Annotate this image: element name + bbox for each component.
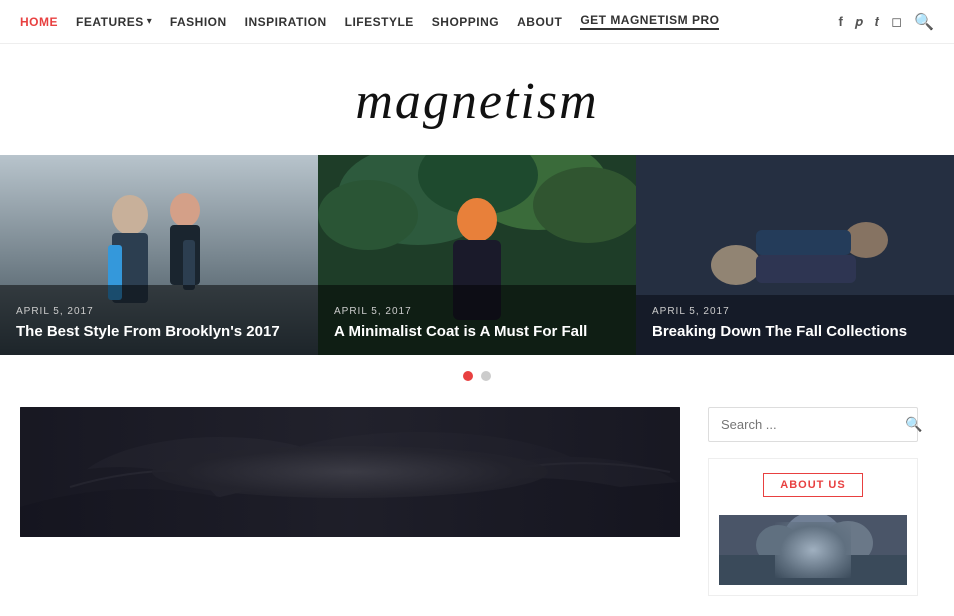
slide-1-title: The Best Style From Brooklyn's 2017 <box>16 322 302 342</box>
slide-2-title: A Minimalist Coat is A Must For Fall <box>334 322 620 342</box>
article-image-illustration <box>20 407 680 537</box>
article-preview <box>20 407 680 596</box>
nav-links: HOME FEATURES ▾ FASHION INSPIRATION LIFE… <box>20 13 719 30</box>
slide-1[interactable]: APRIL 5, 2017 The Best Style From Brookl… <box>0 155 318 355</box>
slide-3-date: APRIL 5, 2017 <box>652 306 938 317</box>
article-thumbnail[interactable] <box>20 407 680 537</box>
pinterest-icon[interactable]: 𝒑 <box>855 14 863 30</box>
site-logo[interactable]: magnetism <box>0 72 954 131</box>
nav-shopping[interactable]: SHOPPING <box>432 15 499 29</box>
about-us-image <box>719 515 907 585</box>
search-submit-icon[interactable]: 🔍 <box>905 416 922 433</box>
nav-lifestyle[interactable]: LIFESTYLE <box>345 15 414 29</box>
slide-2-date: APRIL 5, 2017 <box>334 306 620 317</box>
facebook-icon[interactable]: f <box>838 14 842 29</box>
about-us-label[interactable]: ABOUT US <box>763 473 862 497</box>
twitter-icon[interactable]: 𝒕 <box>875 14 879 30</box>
slide-3-title: Breaking Down The Fall Collections <box>652 322 938 342</box>
sidebar: 🔍 ABOUT US <box>708 407 918 596</box>
slide-1-date: APRIL 5, 2017 <box>16 306 302 317</box>
chevron-down-icon: ▾ <box>147 16 152 27</box>
hero-slider: APRIL 5, 2017 The Best Style From Brookl… <box>0 155 954 397</box>
about-us-illustration <box>719 515 907 585</box>
nav-fashion[interactable]: FASHION <box>170 15 227 29</box>
about-us-section: ABOUT US <box>708 458 918 596</box>
slide-3-content: APRIL 5, 2017 Breaking Down The Fall Col… <box>636 294 954 356</box>
slider-dots <box>0 355 954 397</box>
search-box: 🔍 <box>708 407 918 442</box>
slides-container: APRIL 5, 2017 The Best Style From Brookl… <box>0 155 954 355</box>
nav-features[interactable]: FEATURES <box>76 15 144 29</box>
slide-1-content: APRIL 5, 2017 The Best Style From Brookl… <box>0 294 318 356</box>
slide-2-content: APRIL 5, 2017 A Minimalist Coat is A Mus… <box>318 294 636 356</box>
main-content: 🔍 ABOUT US <box>0 397 954 616</box>
slide-3[interactable]: APRIL 5, 2017 Breaking Down The Fall Col… <box>636 155 954 355</box>
instagram-icon[interactable]: ◻ <box>891 14 902 30</box>
logo-section: magnetism <box>0 44 954 155</box>
slider-dot-2[interactable] <box>481 371 491 381</box>
navigation: HOME FEATURES ▾ FASHION INSPIRATION LIFE… <box>0 0 954 44</box>
slide-2[interactable]: APRIL 5, 2017 A Minimalist Coat is A Mus… <box>318 155 636 355</box>
search-input[interactable] <box>721 417 897 432</box>
nav-social-icons: f 𝒑 𝒕 ◻ 🔍 <box>838 12 934 32</box>
search-icon[interactable]: 🔍 <box>914 12 934 32</box>
nav-about[interactable]: ABOUT <box>517 15 562 29</box>
slider-dot-1[interactable] <box>463 371 473 381</box>
nav-pro[interactable]: GET MAGNETISM PRO <box>580 13 719 30</box>
nav-home[interactable]: HOME <box>20 15 58 29</box>
nav-inspiration[interactable]: INSPIRATION <box>245 15 327 29</box>
